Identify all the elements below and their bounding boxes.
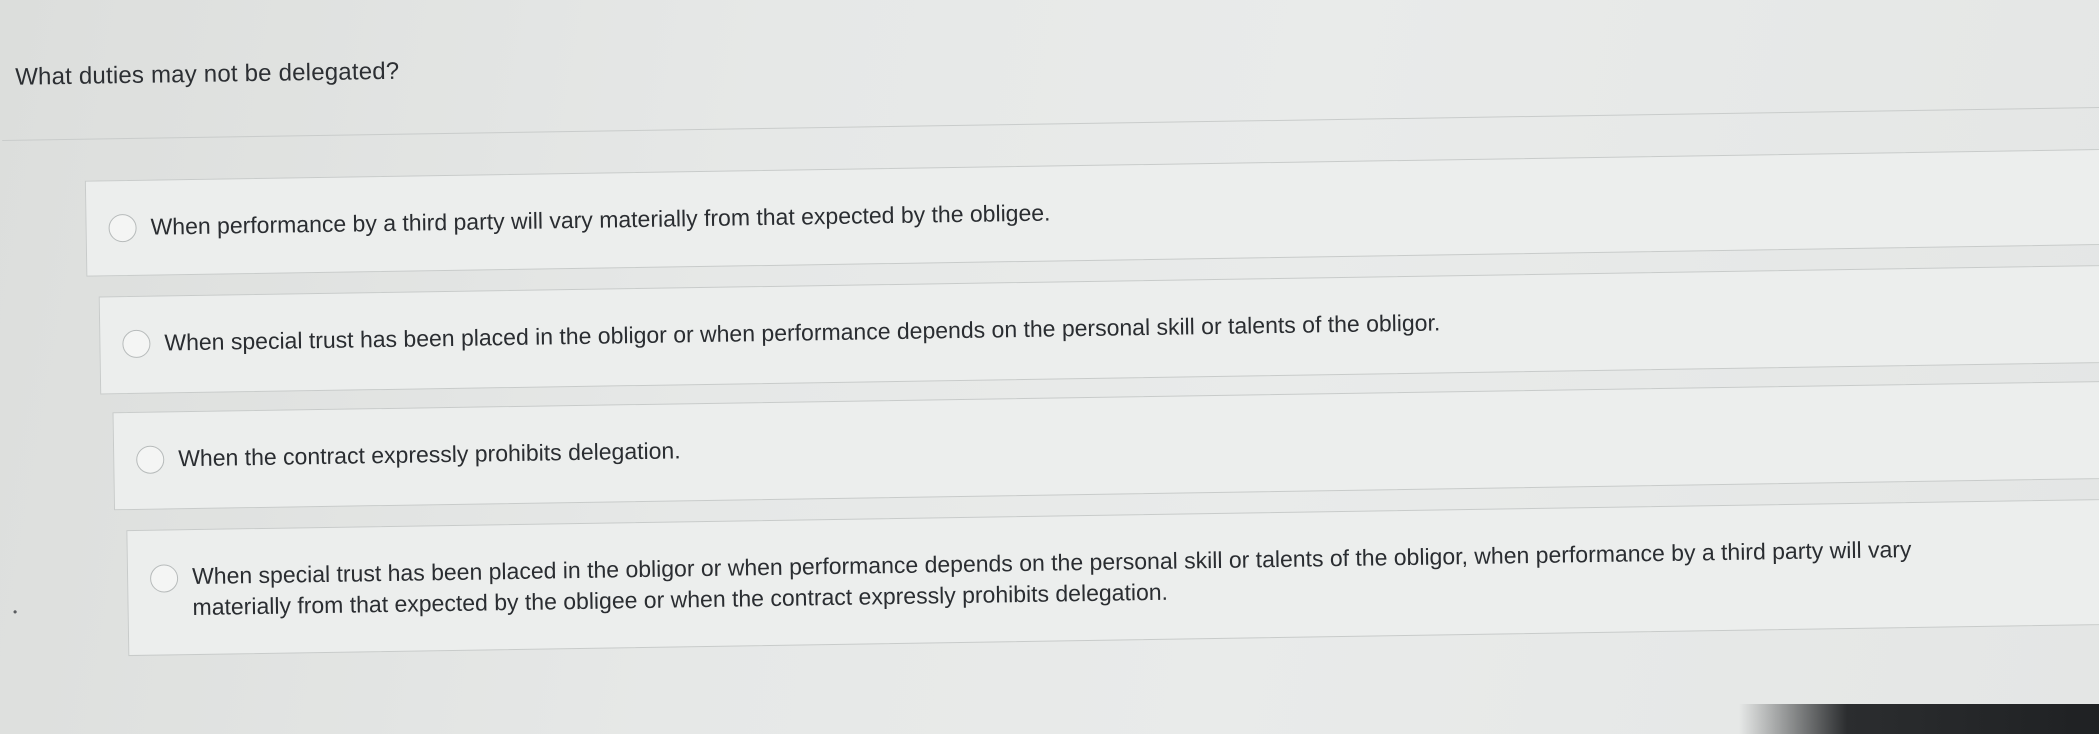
answer-option-4[interactable]: When special trust has been placed in th…: [126, 496, 2099, 657]
bullet-mark: •: [13, 605, 18, 619]
screen: What duties may not be delegated? When p…: [0, 0, 2099, 734]
answer-option-label: When special trust has been placed in th…: [191, 536, 1912, 621]
answer-option-2[interactable]: When special trust has been placed in th…: [98, 262, 2099, 395]
screen-edge: [1739, 704, 2099, 734]
answer-option-label: When performance by a third party will v…: [150, 199, 1051, 240]
radio-button-icon[interactable]: [136, 445, 165, 474]
answer-option-3[interactable]: When the contract expressly prohibits de…: [112, 378, 2099, 511]
quiz-page: What duties may not be delegated? When p…: [0, 0, 2099, 734]
radio-button-icon[interactable]: [149, 564, 179, 593]
answer-option-1[interactable]: When performance by a third party will v…: [84, 146, 2099, 277]
answer-option-label: When the contract expressly prohibits de…: [178, 437, 681, 472]
radio-button-icon[interactable]: [122, 329, 151, 359]
answer-option-label: When special trust has been placed in th…: [164, 309, 1441, 356]
question-text: What duties may not be delegated?: [15, 57, 400, 91]
divider: [2, 105, 2099, 141]
radio-button-icon[interactable]: [108, 213, 137, 243]
